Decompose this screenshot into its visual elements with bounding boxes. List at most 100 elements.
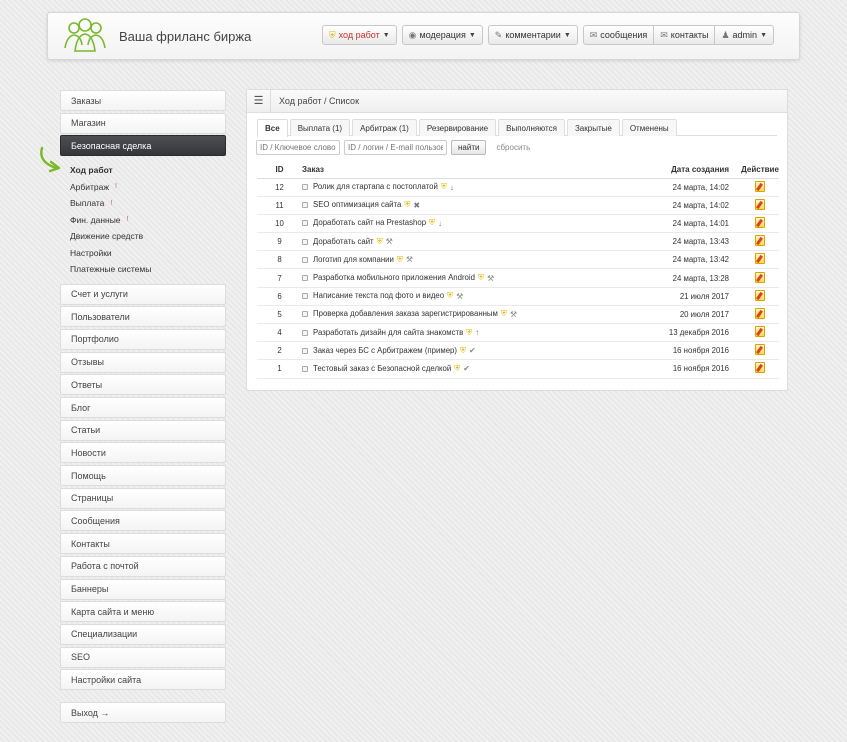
tab-payout[interactable]: Выплата (1) <box>289 119 351 136</box>
sidebar-item-orders[interactable]: Заказы <box>60 90 226 111</box>
edit-icon[interactable] <box>755 180 765 192</box>
sidebar-item-users[interactable]: Пользователи <box>60 306 226 328</box>
submenu-item-arbitration[interactable]: Арбитраж! <box>70 179 226 196</box>
edit-icon[interactable] <box>755 289 765 301</box>
column-header-id[interactable]: ID <box>257 162 302 179</box>
edit-icon[interactable] <box>755 344 765 356</box>
table-row[interactable]: 7 Разработка мобильного приложения Androi… <box>257 268 779 288</box>
edit-icon[interactable] <box>755 216 765 228</box>
row-checkbox[interactable] <box>302 347 308 354</box>
order-title-link[interactable]: Ролик для стартапа с постоплатой <box>313 182 438 191</box>
row-checkbox[interactable] <box>302 329 308 336</box>
reset-link[interactable]: сбросить <box>496 143 530 152</box>
keyword-search-input[interactable] <box>256 140 340 155</box>
order-title-link[interactable]: Написание текста под фото и видео <box>313 291 444 300</box>
table-row[interactable]: 6 Написание текста под фото и видео ⛨ ⚒ 21 и… <box>257 287 779 306</box>
tab-cancelled[interactable]: Отменены <box>621 119 677 136</box>
submenu-item-finance[interactable]: Фин. данные! <box>70 212 226 229</box>
table-row[interactable]: 11 SEO оптимизация сайта ⛨ ✖ 24 марта, 14:02 <box>257 196 779 215</box>
edit-icon[interactable] <box>755 326 765 338</box>
tab-reservation[interactable]: Резервирование <box>418 119 497 136</box>
sidebar-item-pages[interactable]: Страницы <box>60 487 226 509</box>
sidebar-item-safe-deal[interactable]: Безопасная сделка <box>60 135 226 157</box>
down-icon: ↓ <box>438 218 443 228</box>
order-title-link[interactable]: Разработать дизайн для сайта знакомств <box>313 328 463 337</box>
table-row[interactable]: 5 Проверка добавления заказа зарегистриро… <box>257 305 779 325</box>
row-checkbox[interactable] <box>302 238 308 245</box>
people-logo-icon[interactable] <box>62 18 108 54</box>
sidebar-item-shop[interactable]: Магазин <box>60 112 226 134</box>
sidebar-item-billing[interactable]: Счет и услуги <box>60 283 226 305</box>
nav-progress-button[interactable]: ⛨ ход работ ▼ <box>321 25 397 45</box>
order-title-link[interactable]: Доработать сайт на Prestashop <box>313 219 426 228</box>
edit-icon[interactable] <box>755 307 765 319</box>
tab-closed[interactable]: Закрытые <box>566 119 620 136</box>
table-row[interactable]: 10 Доработать сайт на Prestashop ⛨ ↓ 24 март… <box>257 214 779 234</box>
row-checkbox[interactable] <box>302 311 308 318</box>
tab-in-progress[interactable]: Выполняются <box>498 119 565 136</box>
edit-icon[interactable] <box>755 362 765 374</box>
submenu-item-cash-flow[interactable]: Движение средств <box>70 228 226 245</box>
find-button[interactable]: найти <box>451 140 487 155</box>
row-checkbox[interactable] <box>302 293 308 300</box>
nav-admin-button[interactable]: ♟ admin ▼ <box>714 25 774 45</box>
row-checkbox[interactable] <box>302 184 308 191</box>
edit-icon[interactable] <box>755 198 765 210</box>
submenu-item-payout[interactable]: Выплата! <box>70 195 226 212</box>
row-checkbox[interactable] <box>302 202 308 209</box>
order-cell: Проверка добавления заказа зарегистриров… <box>302 305 656 325</box>
column-header-order[interactable]: Заказ <box>302 162 656 179</box>
order-title-link[interactable]: Тестовый заказ с Безопасной сделкой <box>313 364 451 373</box>
edit-icon[interactable] <box>755 253 765 265</box>
table-row[interactable]: 4 Разработать дизайн для сайта знакомств ⛨… <box>257 323 779 343</box>
nav-moderation-button[interactable]: ◉ модерация ▼ <box>401 25 483 45</box>
sidebar-item-news[interactable]: Новости <box>60 442 226 464</box>
order-title-link[interactable]: Проверка добавления заказа зарегистриров… <box>313 309 498 318</box>
sidebar-item-blog[interactable]: Блог <box>60 397 226 418</box>
sidebar-item-site-settings[interactable]: Настройки сайта <box>60 669 226 691</box>
sidebar-item-answers[interactable]: Ответы <box>60 374 226 396</box>
sidebar-item-seo[interactable]: SEO <box>60 646 226 668</box>
order-title-link[interactable]: Доработать сайт <box>313 237 374 246</box>
sidebar-item-sitemap[interactable]: Карта сайта и меню <box>60 601 226 623</box>
site-title[interactable]: Ваша фриланс биржа <box>119 29 251 44</box>
hamburger-menu-icon[interactable]: ☰ <box>247 89 271 113</box>
tab-arbitration[interactable]: Арбитраж (1) <box>352 119 417 136</box>
logout-button[interactable]: Выход → <box>60 702 226 724</box>
edit-icon[interactable] <box>755 271 765 283</box>
sidebar-item-messages[interactable]: Сообщения <box>60 510 226 532</box>
row-checkbox[interactable] <box>302 256 308 263</box>
sidebar-item-portfolio[interactable]: Портфолио <box>60 328 226 350</box>
nav-messages-button[interactable]: ✉ сообщения <box>582 25 655 45</box>
order-title-link[interactable]: Заказ через БС с Арбитражем (пример) <box>313 346 457 355</box>
submenu-item-progress[interactable]: Ход работ <box>70 162 226 179</box>
row-checkbox[interactable] <box>302 365 308 372</box>
column-header-created[interactable]: Дата создания <box>656 162 741 179</box>
edit-icon[interactable] <box>755 235 765 247</box>
sidebar-item-help[interactable]: Помощь <box>60 465 226 487</box>
sidebar-item-articles[interactable]: Статьи <box>60 419 226 441</box>
submenu-item-settings[interactable]: Настройки <box>70 245 226 262</box>
nav-comments-button[interactable]: ✎ комментарии ▼ <box>487 25 578 45</box>
submenu-item-payment-systems[interactable]: Платежные системы <box>70 261 226 278</box>
row-checkbox[interactable] <box>302 220 308 227</box>
sidebar-item-banners[interactable]: Баннеры <box>60 578 226 600</box>
nav-contacts-button[interactable]: ✉ контакты <box>653 25 716 45</box>
sidebar-item-contacts[interactable]: Контакты <box>60 533 226 555</box>
order-title-link[interactable]: Логотип для компании <box>313 255 394 264</box>
table-row[interactable]: 9 Доработать сайт ⛨ ⚒ 24 марта, 13:43 <box>257 232 779 252</box>
user-search-input[interactable] <box>344 140 447 155</box>
sidebar-item-specializations[interactable]: Специализации <box>60 623 226 645</box>
tab-all[interactable]: Все <box>257 119 288 137</box>
sidebar-item-reviews[interactable]: Отзывы <box>60 351 226 373</box>
row-checkbox[interactable] <box>302 275 308 282</box>
table-row[interactable]: 12 Ролик для стартапа с постоплатой ⛨ ↓ 24 м… <box>257 178 779 197</box>
order-title-link[interactable]: SEO оптимизация сайта <box>313 200 401 209</box>
check-icon: ✔ <box>463 364 470 374</box>
order-title-link[interactable]: Разработка мобильного приложения Android <box>313 273 475 282</box>
sidebar-item-mail[interactable]: Работа с почтой <box>60 555 226 577</box>
table-row[interactable]: 1 Тестовый заказ с Безопасной сделкой ⛨ ✔ 16… <box>257 359 779 379</box>
breadcrumb: Ход работ / Список <box>279 96 360 106</box>
table-row[interactable]: 8 Логотип для компании ⛨ ⚒ 24 марта, 13:42 <box>257 250 779 270</box>
table-row[interactable]: 2 Заказ через БС с Арбитражем (пример) ⛨ ✔ 1… <box>257 341 779 361</box>
